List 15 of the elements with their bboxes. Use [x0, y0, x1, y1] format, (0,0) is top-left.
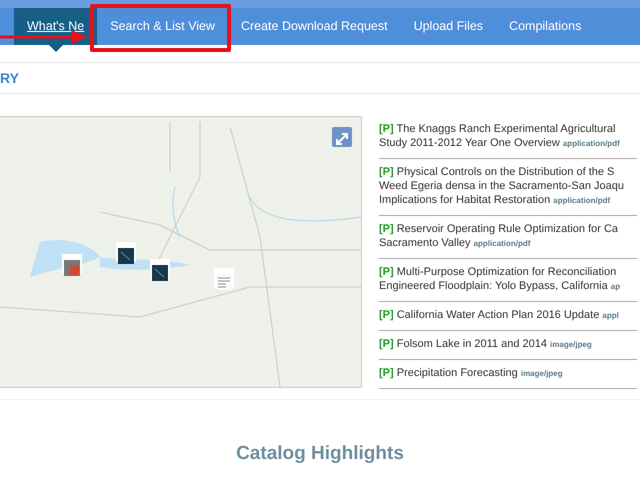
- catalog-item-link[interactable]: [P] Physical Controls on the Distribution of the S Weed Egeria densa in the Sacramento-San Joaqu Implications for Habitat Restoration application/pdf: [379, 159, 637, 216]
- catalog-item-link[interactable]: [P] Precipitation Forecasting image/jpeg: [379, 360, 637, 389]
- catalog-item-link[interactable]: [P] Multi-Purpose Optimization for Reconciliation Engineered Floodplain: Yolo Bypass, California ap: [379, 259, 637, 302]
- document-marker[interactable]: [214, 268, 234, 288]
- catalog-item-link[interactable]: [P] Folsom Lake in 2011 and 2014 image/jpeg: [379, 331, 637, 360]
- catalog-item-link[interactable]: [P] Reservoir Operating Rule Optimization for Ca Sacramento Valley application/pdf: [379, 216, 637, 259]
- catalog-item-link[interactable]: [P] California Water Action Plan 2016 Update appl: [379, 302, 637, 331]
- catalog-item-link[interactable]: [P] The Knaggs Ranch Experimental Agricultural Study 2011-2012 Year One Overview application/pdf: [379, 116, 637, 159]
- section-heading: Catalog Highlights: [235, 442, 405, 466]
- image-marker[interactable]: [116, 242, 136, 262]
- expand-button[interactable]: [332, 127, 352, 147]
- photo-marker[interactable]: [62, 254, 82, 274]
- section-title: RY: [0, 71, 20, 85]
- tab-pointer: [48, 45, 63, 52]
- image-marker[interactable]: [150, 259, 170, 279]
